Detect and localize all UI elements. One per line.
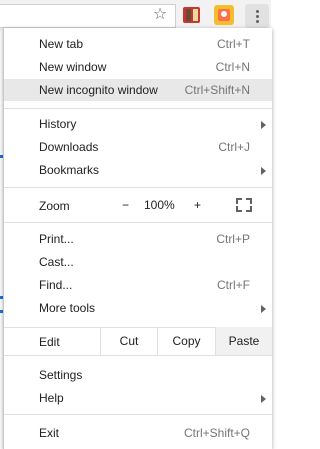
menu-item-label: New window [39, 60, 107, 74]
submenu-arrow-icon [261, 167, 266, 175]
menu-item-shortcut: Ctrl+Shift+Q [183, 426, 250, 440]
edit-label: Edit [39, 335, 60, 349]
menu-item-label: Bookmarks [39, 163, 100, 177]
menu-item-history[interactable]: History [4, 113, 272, 135]
menu-item-shortcut: Ctrl+Shift+N [184, 83, 250, 97]
zoom-level: 100% [144, 198, 175, 212]
menu-item-label: Exit [39, 426, 60, 440]
menu-item-label: Help [39, 391, 64, 405]
menu-item-more-tools[interactable]: More tools [4, 297, 272, 319]
menu-zoom-row: Zoom − 100% + [4, 192, 272, 218]
menu-item-label: New tab [39, 37, 84, 51]
menu-item-exit[interactable]: Exit Ctrl+Shift+Q [4, 422, 272, 444]
menu-separator [4, 108, 272, 109]
menu-item-find[interactable]: Find... Ctrl+F [4, 274, 272, 296]
menu-item-cast[interactable]: Cast... [4, 251, 272, 273]
submenu-arrow-icon [261, 395, 266, 403]
menu-item-label: History [39, 117, 77, 131]
menu-item-shortcut: Ctrl+P [216, 232, 250, 246]
menu-item-label: New incognito window [39, 83, 158, 97]
zoom-in-button[interactable]: + [194, 198, 201, 212]
menu-separator [4, 187, 272, 188]
menu-item-new-window[interactable]: New window Ctrl+N [4, 56, 272, 78]
menu-item-help[interactable]: Help [4, 387, 272, 409]
star-icon[interactable]: ☆ [151, 5, 169, 23]
menu-separator [4, 414, 272, 415]
menu-item-shortcut: Ctrl+F [217, 278, 250, 292]
kebab-menu-icon[interactable] [245, 4, 269, 28]
menu-item-shortcut: Ctrl+N [215, 60, 250, 74]
menu-item-label: Downloads [39, 140, 99, 154]
menu-item-settings[interactable]: Settings [4, 364, 272, 386]
menu-separator [4, 222, 272, 223]
menu-item-shortcut: Ctrl+J [218, 140, 250, 154]
menu-item-label: Settings [39, 368, 83, 382]
extension-icon[interactable] [214, 5, 234, 25]
menu-item-print[interactable]: Print... Ctrl+P [4, 228, 272, 250]
cut-button[interactable]: Cut [100, 327, 157, 355]
menu-item-label: More tools [39, 301, 96, 315]
menu-item-new-tab[interactable]: New tab Ctrl+T [4, 33, 272, 55]
chrome-app-menu: New tab Ctrl+T New window Ctrl+N New inc… [3, 28, 272, 449]
menu-item-downloads[interactable]: Downloads Ctrl+J [4, 136, 272, 158]
zoom-out-button[interactable]: − [122, 198, 129, 212]
address-bar[interactable] [0, 4, 176, 28]
menu-edit-row: Edit Cut Copy Paste [4, 327, 272, 355]
copy-button[interactable]: Copy [157, 327, 215, 355]
menu-item-shortcut: Ctrl+T [217, 37, 250, 51]
menu-item-label: Cast... [39, 255, 74, 269]
extension-icon[interactable] [183, 7, 200, 23]
menu-item-label: Print... [39, 232, 74, 246]
submenu-arrow-icon [261, 121, 266, 129]
menu-item-label: Find... [39, 278, 73, 292]
fullscreen-icon[interactable] [236, 198, 252, 212]
menu-separator [4, 355, 272, 356]
menu-item-new-incognito-window[interactable]: New incognito window Ctrl+Shift+N [4, 79, 272, 101]
paste-button[interactable]: Paste [215, 327, 272, 355]
zoom-label: Zoom [39, 199, 70, 213]
submenu-arrow-icon [261, 305, 266, 313]
menu-item-bookmarks[interactable]: Bookmarks [4, 159, 272, 181]
